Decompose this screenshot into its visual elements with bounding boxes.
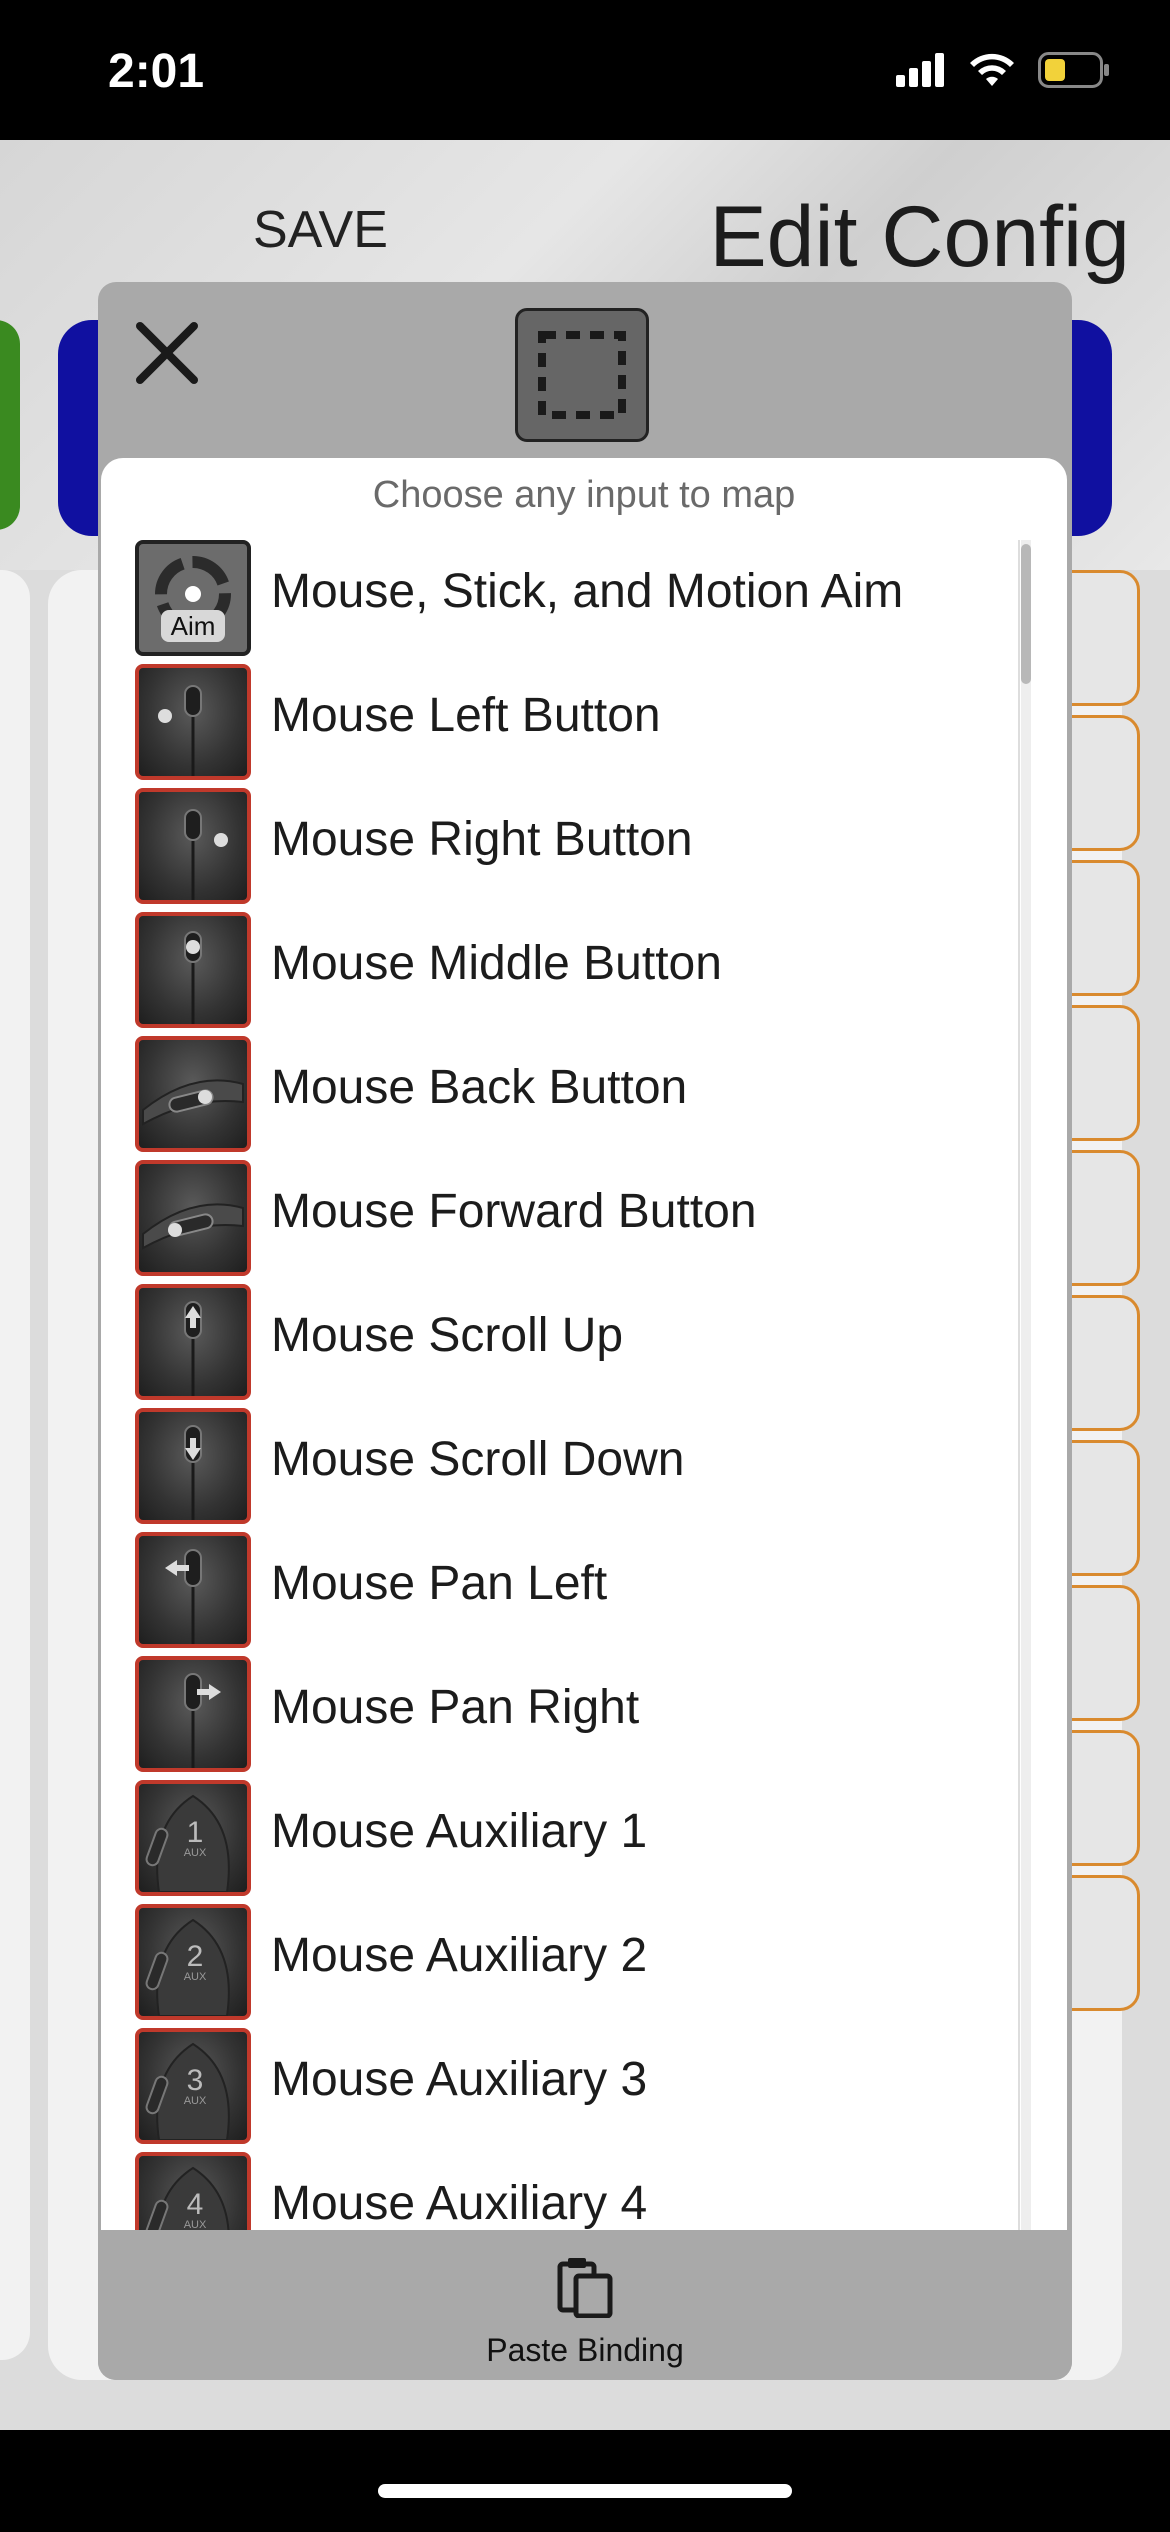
background-left-panel [0,570,30,2360]
mouse-pan-left-icon [135,1532,251,1648]
aux-number: 4 [187,2188,204,2221]
status-icons [896,52,1110,88]
screen: SAVE Edit Config Choose any input to map [0,140,1170,2430]
aux-number: 1 [187,1816,204,1849]
list-item[interactable]: Mouse Pan Right [135,1656,1015,1780]
mouse-forward-icon [135,1160,251,1276]
status-time: 2:01 [108,45,205,98]
aux-sub: AUX [184,2095,207,2107]
home-indicator[interactable] [378,2484,792,2498]
mouse-back-icon [135,1036,251,1152]
list-item-label: Mouse Scroll Down [271,1433,685,1486]
list-item[interactable]: Mouse Back Button [135,1036,1015,1160]
mouse-scroll-up-icon [135,1284,251,1400]
aim-icon: Aim [135,540,251,656]
input-list: Aim Mouse, Stick, and Motion Aim Mouse L… [135,540,1015,2230]
mouse-aux-icon: 1 AUX [135,1780,251,1896]
list-item[interactable]: Aim Mouse, Stick, and Motion Aim [135,540,1015,664]
list-item[interactable]: 1 AUX Mouse Auxiliary 1 [135,1780,1015,1904]
scrollbar-thumb[interactable] [1021,544,1031,684]
list-item-label: Mouse Forward Button [271,1185,757,1238]
list-item[interactable]: Mouse Forward Button [135,1160,1015,1284]
clipboard-icon [557,2258,613,2318]
mouse-pan-right-icon [135,1656,251,1772]
list-item-label: Mouse Auxiliary 3 [271,2053,648,2106]
list-item-label: Mouse Pan Left [271,1557,608,1610]
list-item[interactable]: 2 AUX Mouse Auxiliary 2 [135,1904,1015,2028]
list-item-label: Mouse Left Button [271,689,661,742]
mouse-scroll-down-icon [135,1408,251,1524]
paste-binding-label: Paste Binding [486,2332,684,2368]
mouse-middle-icon [135,912,251,1028]
list-item-label: Mouse Auxiliary 1 [271,1805,648,1858]
selection-target-icon [515,308,649,442]
close-icon[interactable] [134,320,200,386]
mouse-left-icon [135,664,251,780]
status-bar: 2:01 [0,0,1170,140]
save-button[interactable]: SAVE [253,200,388,260]
dialog-footer: Paste Binding [98,2230,1072,2380]
wifi-icon [970,53,1014,86]
list-item-label: Mouse Auxiliary 4 [271,2177,648,2230]
home-bar-area [0,2430,1170,2532]
list-item-label: Mouse Pan Right [271,1681,640,1734]
paste-binding-button[interactable]: Paste Binding [98,2230,1072,2380]
aux-number: 3 [187,2064,204,2097]
mouse-aux-icon: 3 AUX [135,2028,251,2144]
aux-number: 2 [187,1940,204,1973]
aim-badge-text: Aim [171,611,216,641]
page-title: Edit Config [709,189,1130,285]
list-item-label: Mouse Scroll Up [271,1309,624,1362]
list-item[interactable]: Mouse Scroll Up [135,1284,1015,1408]
list-item-label: Mouse, Stick, and Motion Aim [271,565,904,618]
signal-icon [896,53,944,87]
choose-input-prompt: Choose any input to map [372,474,796,516]
list-item-label: Mouse Back Button [271,1061,688,1114]
list-item[interactable]: 4 AUX Mouse Auxiliary 4 [135,2152,1015,2230]
list-scrollbar[interactable] [1021,540,1031,2230]
green-tile[interactable] [0,320,20,530]
list-item[interactable]: Mouse Left Button [135,664,1015,788]
aux-sub: AUX [184,2219,207,2230]
mouse-aux-icon: 2 AUX [135,1904,251,2020]
list-item[interactable]: Mouse Scroll Down [135,1408,1015,1532]
mouse-right-icon [135,788,251,904]
list-item[interactable]: Mouse Pan Left [135,1532,1015,1656]
mouse-aux-icon: 4 AUX [135,2152,251,2230]
list-divider [1018,540,1020,2230]
list-item[interactable]: Mouse Right Button [135,788,1015,912]
list-item-label: Mouse Middle Button [271,937,722,990]
list-item-label: Mouse Right Button [271,813,693,866]
input-mapping-dialog: Choose any input to map Aim Mouse, Stick… [98,282,1072,2380]
input-list-sheet: Choose any input to map Aim Mouse, Stick… [101,458,1067,2230]
list-item[interactable]: Mouse Middle Button [135,912,1015,1036]
aux-sub: AUX [184,1847,207,1859]
list-item-label: Mouse Auxiliary 2 [271,1929,648,1982]
aux-sub: AUX [184,1971,207,1983]
battery-icon [1038,52,1109,88]
list-item[interactable]: 3 AUX Mouse Auxiliary 3 [135,2028,1015,2152]
